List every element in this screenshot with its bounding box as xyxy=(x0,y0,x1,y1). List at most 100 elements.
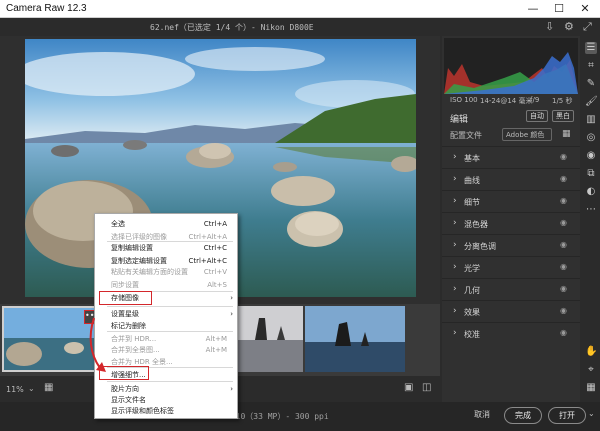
chevron-right-icon: › xyxy=(453,262,457,272)
submenu-arrow-icon: › xyxy=(230,294,233,302)
edit-section-3[interactable]: › 混色器 ◉ xyxy=(442,212,580,234)
menu-item-2[interactable]: 复制编辑设置 Ctrl+C xyxy=(95,243,237,254)
gradient-icon[interactable]: ▥ xyxy=(585,114,597,126)
edit-section-7[interactable]: › 效果 ◉ xyxy=(442,300,580,322)
edit-section-label: 光学 xyxy=(464,264,480,273)
edit-section-label: 几何 xyxy=(464,286,480,295)
fullscreen-icon[interactable]: ⤢ xyxy=(583,20,592,34)
menu-item-5[interactable]: 同步设置 Alt+S xyxy=(95,280,237,291)
edit-section-8[interactable]: › 校准 ◉ xyxy=(442,322,580,344)
redeye-icon[interactable]: ◉ xyxy=(585,150,597,162)
menu-separator xyxy=(107,381,233,382)
menu-separator xyxy=(107,306,233,307)
thumb-dusk-image xyxy=(305,306,405,372)
menu-item-label: 同步设置 xyxy=(111,281,139,289)
edit-section-4[interactable]: › 分离色调 ◉ xyxy=(442,234,580,256)
eye-icon[interactable]: ◉ xyxy=(560,284,567,293)
single-view-icon[interactable]: ▣ xyxy=(404,382,413,393)
eye-icon[interactable]: ◉ xyxy=(560,196,567,205)
edit-label: 编辑 xyxy=(450,115,469,125)
menu-item-shortcut: Ctrl+Alt+C xyxy=(188,257,227,265)
edit-section-label: 校准 xyxy=(464,330,480,339)
profile-label: 配置文件 xyxy=(450,131,482,140)
more-icon[interactable]: ⋯ xyxy=(585,204,597,216)
export-icon[interactable]: ⇩ xyxy=(545,20,554,33)
filmstrip-thumb-2[interactable] xyxy=(237,306,303,372)
image-meta[interactable]: 4710（33 MP）- 300 ppi xyxy=(226,411,329,422)
zoom-level[interactable]: 11% xyxy=(6,385,24,394)
snapshot-icon[interactable]: ⧉ xyxy=(585,168,597,180)
menu-item-3[interactable]: 复制选定编辑设置 Ctrl+Alt+C xyxy=(95,256,237,267)
camera-info: ISO 100 14-24@14 毫米 f/9 1/5 秒 xyxy=(442,96,580,108)
heal-icon[interactable]: ✎ xyxy=(585,78,597,90)
menu-item-4[interactable]: 粘贴有关编辑方面的设置 Ctrl+V xyxy=(95,267,237,278)
brush-icon[interactable]: 🖌 xyxy=(585,96,598,108)
menu-item-10[interactable]: 合并到全景图... Alt+M xyxy=(95,345,237,356)
shutter-value: 1/5 秒 xyxy=(552,97,573,105)
eye-icon[interactable]: ◉ xyxy=(560,306,567,315)
done-button[interactable]: 完成 xyxy=(504,407,542,424)
chevron-right-icon: › xyxy=(453,240,457,250)
menu-item-14[interactable]: 显示文件名 xyxy=(95,395,237,406)
profile-select[interactable]: Adobe 颜色 xyxy=(502,128,552,141)
profile-browser-icon[interactable]: ▦ xyxy=(562,129,571,139)
bw-button[interactable]: 黑白 xyxy=(552,110,574,122)
eye-icon[interactable]: ◉ xyxy=(560,240,567,249)
edit-section-5[interactable]: › 光学 ◉ xyxy=(442,256,580,278)
profile-row: 配置文件 Adobe 颜色 ▦ xyxy=(442,128,580,142)
chevron-right-icon: › xyxy=(453,284,457,294)
menu-item-0[interactable]: 全选 Ctrl+A xyxy=(95,219,237,230)
grid-view-icon[interactable]: ▦ xyxy=(44,382,53,393)
file-name-label: 62.nef（已选定 1/4 个）- Nikon D800E xyxy=(150,23,314,32)
menu-item-1[interactable]: 选择已评级的图像 Ctrl+Alt+A xyxy=(95,232,237,243)
maximize-button[interactable]: ☐ xyxy=(546,0,572,18)
edit-section-1[interactable]: › 曲线 ◉ xyxy=(442,168,580,190)
presets-icon[interactable]: ◐ xyxy=(585,186,597,198)
eye-icon[interactable]: ◉ xyxy=(560,218,567,227)
submenu-arrow-icon: › xyxy=(230,310,233,318)
gear-icon[interactable]: ⚙ xyxy=(564,20,574,33)
crop-icon[interactable]: ⌗ xyxy=(585,60,597,72)
radial-icon[interactable]: ◎ xyxy=(585,132,597,144)
chevron-right-icon: › xyxy=(453,218,457,228)
auto-button[interactable]: 自动 xyxy=(526,110,548,122)
eyedropper-icon[interactable]: ⌖ xyxy=(585,364,597,376)
eye-icon[interactable]: ◉ xyxy=(560,328,567,337)
menu-item-label: 显示文件名 xyxy=(111,396,146,404)
menu-item-label: 粘贴有关编辑方面的设置 xyxy=(111,268,188,276)
eye-icon[interactable]: ◉ xyxy=(560,174,567,183)
highlight-save-image xyxy=(99,291,152,305)
menu-item-shortcut: Ctrl+V xyxy=(203,268,227,276)
edit-section-6[interactable]: › 几何 ◉ xyxy=(442,278,580,300)
minimize-button[interactable]: — xyxy=(520,0,546,18)
cancel-button[interactable]: 取消 xyxy=(468,407,496,424)
menu-item-label: 合并到全景图... xyxy=(111,346,160,354)
menu-item-9[interactable]: 合并到 HDR... Alt+M xyxy=(95,334,237,345)
chevron-down-icon[interactable]: ⌄ xyxy=(28,384,35,393)
menu-item-8[interactable]: 标记为删除 xyxy=(95,321,237,332)
menu-item-label: 复制编辑设置 xyxy=(111,244,153,252)
eye-icon[interactable]: ◉ xyxy=(560,262,567,271)
edit-sliders-icon[interactable]: ☰ xyxy=(585,42,597,54)
compare-view-icon[interactable]: ◫ xyxy=(422,382,431,393)
hand-icon[interactable]: ✋ xyxy=(585,346,597,358)
filmstrip-thumb-3[interactable] xyxy=(305,306,405,372)
open-options-chevron-icon[interactable]: ⌄ xyxy=(588,409,595,418)
histogram xyxy=(444,38,578,94)
window-title-bar: Camera Raw 12.3 — ☐ ✕ xyxy=(0,0,600,18)
open-button[interactable]: 打开 xyxy=(548,407,586,424)
eye-icon[interactable]: ◉ xyxy=(560,152,567,161)
grid-overlay-icon[interactable]: ▦ xyxy=(585,382,597,394)
edit-section-label: 效果 xyxy=(464,308,480,317)
histogram-graph xyxy=(444,52,578,94)
menu-item-7[interactable]: 设置星级 › xyxy=(95,309,237,320)
menu-item-shortcut: Alt+M xyxy=(205,335,227,343)
edit-section-label: 分离色调 xyxy=(464,242,496,251)
menu-item-13[interactable]: 胶片方向 › xyxy=(95,384,237,395)
close-button[interactable]: ✕ xyxy=(572,0,598,18)
thumb-seastack-image xyxy=(237,306,303,372)
edit-section-0[interactable]: › 基本 ◉ xyxy=(442,146,580,168)
menu-item-15[interactable]: 显示评级和颜色标签 xyxy=(95,406,237,417)
edit-section-2[interactable]: › 细节 ◉ xyxy=(442,190,580,212)
edit-section-label: 曲线 xyxy=(464,176,480,185)
